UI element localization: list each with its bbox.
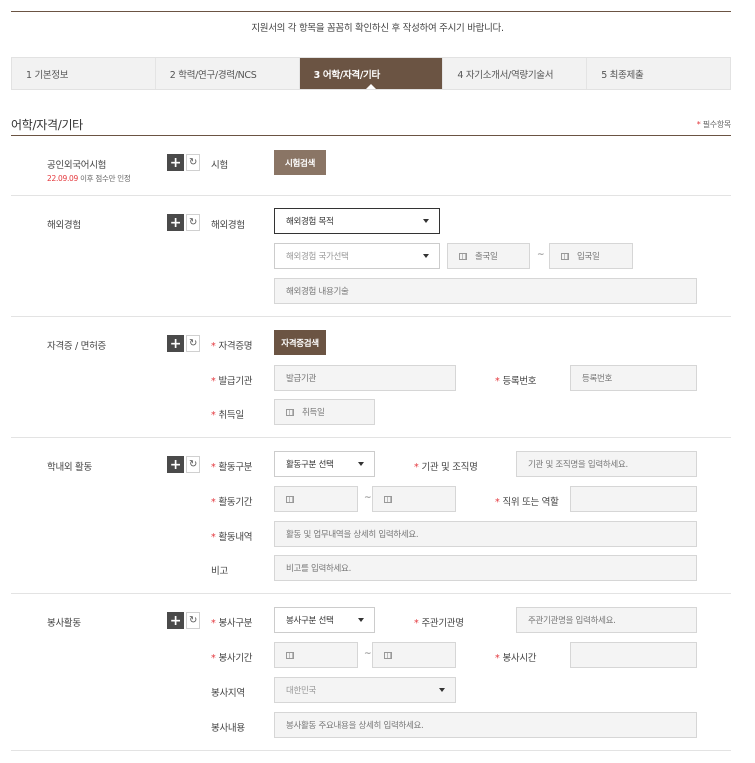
lang-add-button[interactable]: + <box>167 154 184 171</box>
notice-text: 지원서의 각 항목을 꼼꼼히 확인하신 후 작성하여 주시기 바랍니다. <box>251 23 504 34</box>
calendar-icon <box>286 651 294 659</box>
activity-org-input[interactable]: 기관 및 조직명을 입력하세요. <box>516 451 697 477</box>
campus-add-button[interactable]: + <box>167 456 184 473</box>
step-4[interactable]: 4 자기소개서/역량기술서 <box>443 58 588 89</box>
volunteer-content-label: 봉사내용 <box>211 723 245 734</box>
volunteer-type-select[interactable]: 봉사구분 선택 <box>274 607 375 633</box>
lang-row-sublabel: 22.09.09 이후 점수만 인정 <box>47 174 131 183</box>
overseas-desc-input[interactable]: 해외경험 내용기술 <box>274 278 697 304</box>
volunteer-content-input[interactable]: 봉사활동 주요내용을 상세히 입력하세요. <box>274 712 697 738</box>
volunteer-hours-label: * 봉사시간 <box>495 653 537 664</box>
row-divider <box>11 316 731 317</box>
cert-add-button[interactable]: + <box>167 335 184 352</box>
volunteer-region-label: 봉사지역 <box>211 688 245 699</box>
calendar-icon <box>384 651 392 659</box>
range-tilde: ~ <box>364 493 372 503</box>
volunteer-org-label: * 주관기관명 <box>414 618 464 629</box>
campus-row-label: 학내외 활동 <box>47 462 92 473</box>
activity-type-select[interactable]: 활동구분 선택 <box>274 451 375 477</box>
campus-reset-icon[interactable]: ↻ <box>186 456 200 473</box>
chevron-down-icon <box>423 219 429 223</box>
range-tilde: ~ <box>537 250 545 260</box>
required-note: * 필수항목 <box>696 120 732 129</box>
volunteer-period-label: * 봉사기간 <box>211 653 253 664</box>
volunteer-type-label: * 봉사구분 <box>211 618 253 629</box>
range-tilde: ~ <box>364 649 372 659</box>
position-label: * 직위 또는 역할 <box>495 497 559 508</box>
note-label: 비고 <box>211 566 228 577</box>
volunteer-start-input[interactable] <box>274 642 358 668</box>
position-input[interactable] <box>570 486 697 512</box>
calendar-icon <box>561 252 569 260</box>
volunteer-end-input[interactable] <box>372 642 456 668</box>
enter-date-input[interactable]: 입국일 <box>549 243 633 269</box>
regno-input[interactable]: 등록번호 <box>570 365 697 391</box>
activity-type-label: * 활동구분 <box>211 462 253 473</box>
note-input[interactable]: 비고를 입력하세요. <box>274 555 697 581</box>
calendar-icon <box>459 252 467 260</box>
lang-reset-icon[interactable]: ↻ <box>186 154 200 171</box>
step-2[interactable]: 2 학력/연구/경력/NCS <box>156 58 300 89</box>
volunteer-org-input[interactable]: 주관기관명을 입력하세요. <box>516 607 697 633</box>
row-divider <box>11 437 731 438</box>
overseas-add-button[interactable]: + <box>167 214 184 231</box>
volunteer-region-select[interactable]: 대한민국 <box>274 677 456 703</box>
overseas-reset-icon[interactable]: ↻ <box>186 214 200 231</box>
volunteer-row-label: 봉사활동 <box>47 618 81 629</box>
step-3[interactable]: 3 어학/자격/기타 <box>299 58 444 89</box>
step-1[interactable]: 1 기본정보 <box>12 58 156 89</box>
acquire-date-label: * 취득일 <box>211 410 244 421</box>
overseas-country-select[interactable]: 해외경험 국가선택 <box>274 243 440 269</box>
row-divider <box>11 593 731 594</box>
chevron-down-icon <box>358 618 364 622</box>
calendar-icon <box>384 495 392 503</box>
calendar-icon <box>286 408 294 416</box>
cert-row-label: 자격증 / 면허증 <box>47 341 106 352</box>
chevron-down-icon <box>439 688 445 692</box>
chevron-down-icon <box>423 254 429 258</box>
lang-row-label: 공인외국어시험 <box>47 160 107 171</box>
section-title: 어학/자격/기타 <box>11 118 83 132</box>
regno-label: * 등록번호 <box>495 376 537 387</box>
cert-name-label: * 자격증명 <box>211 341 253 352</box>
overseas-label: 해외경험 <box>211 220 245 231</box>
volunteer-add-button[interactable]: + <box>167 612 184 629</box>
activity-period-label: * 활동기간 <box>211 497 253 508</box>
activity-detail-label: * 활동내역 <box>211 532 253 543</box>
row-divider <box>11 195 731 196</box>
activity-detail-input[interactable]: 활동 및 업무내역을 상세히 입력하세요. <box>274 521 697 547</box>
overseas-row-label: 해외경험 <box>47 220 81 231</box>
acquire-date-input[interactable]: 취득일 <box>274 399 375 425</box>
activity-start-input[interactable] <box>274 486 358 512</box>
depart-date-input[interactable]: 출국일 <box>447 243 530 269</box>
lang-test-label: 시험 <box>211 160 228 171</box>
issuer-input[interactable]: 발급기관 <box>274 365 456 391</box>
activity-org-label: * 기관 및 조직명 <box>414 462 478 473</box>
volunteer-hours-input[interactable] <box>570 642 697 668</box>
calendar-icon <box>286 495 294 503</box>
cert-reset-icon[interactable]: ↻ <box>186 335 200 352</box>
chevron-down-icon <box>358 462 364 466</box>
issuer-label: * 발급기관 <box>211 376 253 387</box>
activity-end-input[interactable] <box>372 486 456 512</box>
test-search-button[interactable]: 시험검색 <box>274 150 326 175</box>
step-tabs: 1 기본정보 2 학력/연구/경력/NCS 3 어학/자격/기타 4 자기소개서… <box>11 57 731 90</box>
step-5[interactable]: 5 최종제출 <box>587 58 730 89</box>
section-rule <box>11 135 731 136</box>
top-rule <box>11 11 731 12</box>
overseas-purpose-select[interactable]: 해외경험 목적 <box>274 208 440 234</box>
row-divider <box>11 750 731 751</box>
volunteer-reset-icon[interactable]: ↻ <box>186 612 200 629</box>
cert-search-button[interactable]: 자격증검색 <box>274 330 326 355</box>
